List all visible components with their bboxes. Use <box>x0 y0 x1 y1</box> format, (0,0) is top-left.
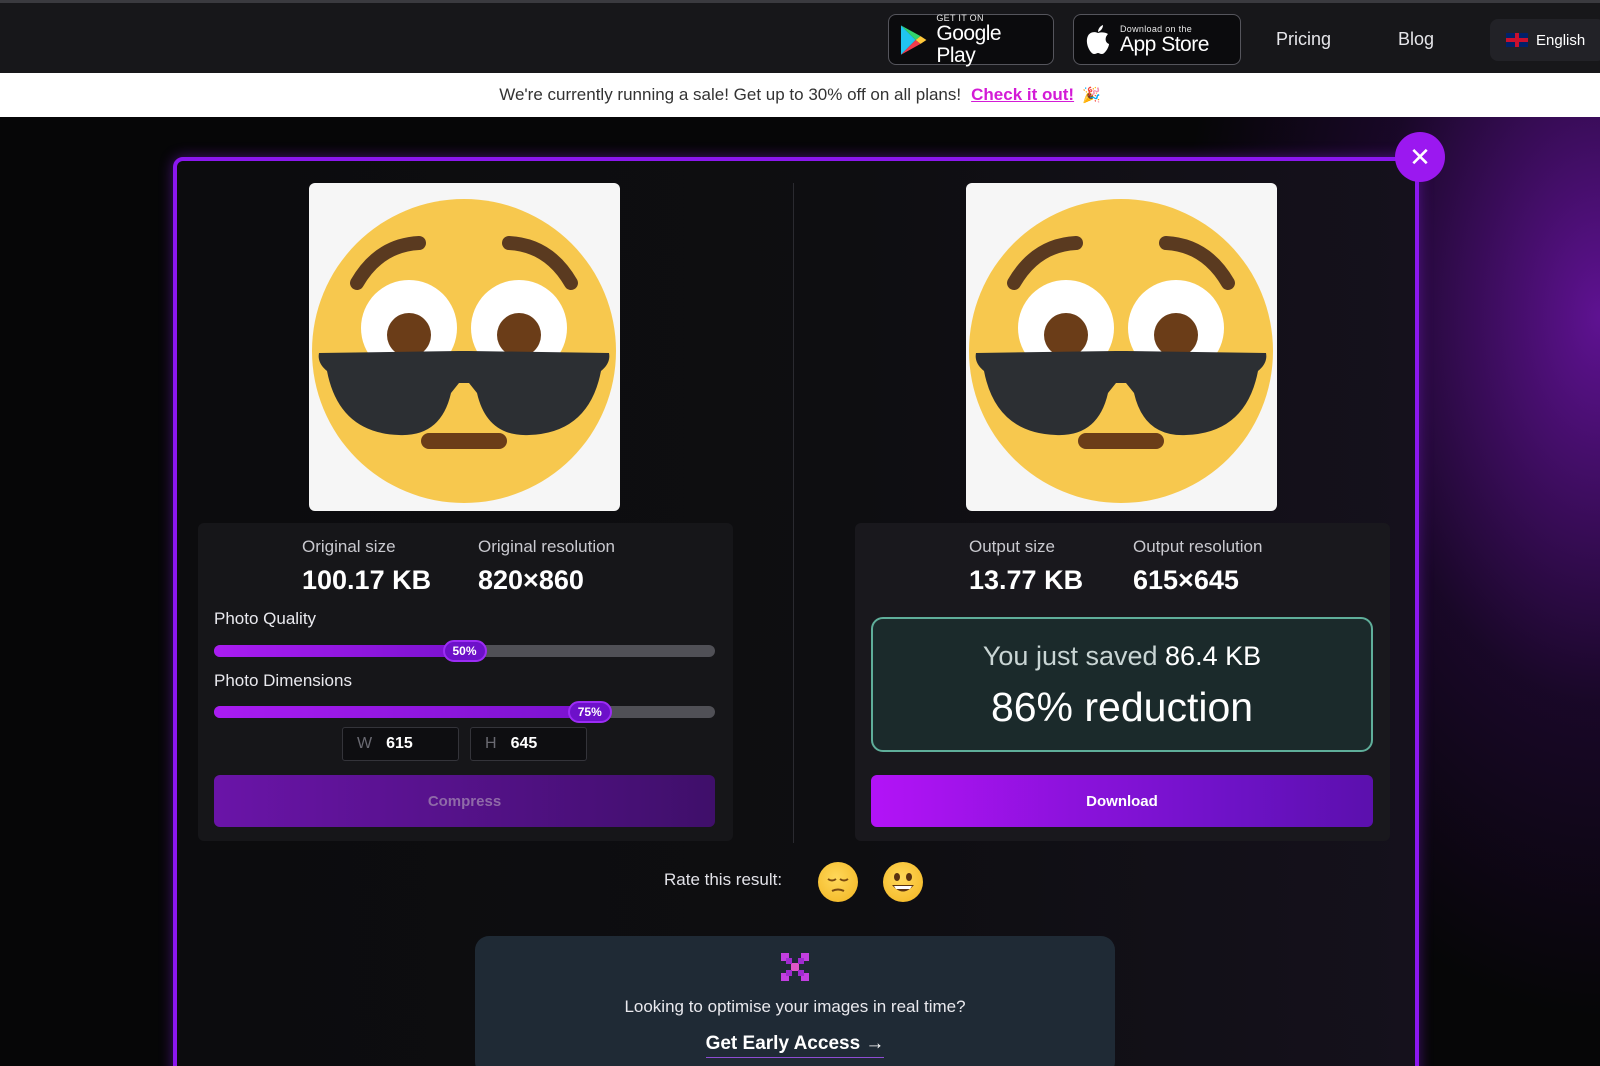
photo-quality-label: Photo Quality <box>214 609 317 628</box>
output-panel: Output size 13.77 KB Output resolution 6… <box>855 523 1390 841</box>
party-popper-icon: 🎉 <box>1082 87 1101 104</box>
sunglasses-emoji-image <box>312 199 616 503</box>
language-selector[interactable]: English <box>1490 19 1600 61</box>
compress-button[interactable]: Compress <box>214 775 715 827</box>
early-access-card: Looking to optimise your images in real … <box>475 936 1115 1066</box>
nav-pricing-link[interactable]: Pricing <box>1276 29 1331 50</box>
google-play-small-text: GET IT ON <box>936 12 984 23</box>
download-button[interactable]: Download <box>871 775 1373 827</box>
pensive-face-icon[interactable] <box>818 862 858 902</box>
close-button[interactable]: ✕ <box>1395 132 1445 182</box>
output-resolution-value: 615×645 <box>1133 565 1239 595</box>
saved-prefix: You just saved <box>982 641 1158 671</box>
original-panel: Original size 100.17 KB Original resolut… <box>198 523 733 841</box>
sunglasses-emoji-image <box>969 199 1273 503</box>
output-resolution-stat: Output resolution 615×645 <box>1133 537 1262 596</box>
width-input[interactable]: W 615 <box>342 727 459 761</box>
output-size-value: 13.77 KB <box>969 565 1084 595</box>
photo-dimensions-label: Photo Dimensions <box>214 671 352 690</box>
grinning-face-icon[interactable] <box>883 862 923 902</box>
photo-dimensions-fill <box>214 706 590 718</box>
app-store-button[interactable]: Download on the App Store <box>1073 14 1241 65</box>
photo-quality-fill <box>214 645 465 657</box>
width-value: 615 <box>386 735 413 752</box>
height-prefix: H <box>485 735 497 752</box>
photo-quality-thumb[interactable]: 50% <box>442 640 487 662</box>
grinning-face-drawing <box>892 873 914 892</box>
photo-quality-slider[interactable]: 50% <box>214 640 715 662</box>
sale-banner: We're currently running a sale! Get up t… <box>0 73 1600 117</box>
uk-flag-icon <box>1506 33 1528 47</box>
top-nav: GET IT ON Google Play Download on the Ap… <box>0 0 1600 73</box>
savings-summary: You just saved 86.4 KB 86% reduction <box>871 617 1373 752</box>
reduction-text: 86% reduction <box>990 684 1254 730</box>
sale-banner-link[interactable]: Check it out! <box>971 85 1074 105</box>
output-image-preview <box>966 183 1277 511</box>
original-resolution-stat: Original resolution 820×860 <box>478 537 615 596</box>
saved-line: You just saved 86.4 KB <box>873 641 1371 672</box>
language-label: English <box>1536 31 1586 49</box>
google-play-big-text: Google Play <box>936 21 1002 67</box>
height-value: 645 <box>510 735 538 752</box>
original-size-stat: Original size 100.17 KB <box>302 537 431 596</box>
early-access-question: Looking to optimise your images in real … <box>624 997 966 1016</box>
width-prefix: W <box>357 735 373 752</box>
sale-banner-text: We're currently running a sale! Get up t… <box>499 85 962 104</box>
brand-logo-icon <box>781 953 809 981</box>
rate-label: Rate this result: <box>664 870 783 889</box>
saved-amount: 86.4 KB <box>1165 641 1262 671</box>
app-store-small-text: Download on the <box>1120 23 1193 34</box>
column-divider <box>793 183 794 843</box>
app-store-big-text: App Store <box>1120 32 1209 56</box>
photo-dimensions-thumb[interactable]: 75% <box>567 701 612 723</box>
original-size-label: Original size <box>302 537 396 556</box>
output-resolution-label: Output resolution <box>1133 537 1263 556</box>
original-size-value: 100.17 KB <box>302 565 432 595</box>
output-size-label: Output size <box>969 537 1055 556</box>
original-resolution-label: Original resolution <box>478 537 616 556</box>
close-icon: ✕ <box>1409 141 1431 172</box>
output-size-stat: Output size 13.77 KB <box>969 537 1083 596</box>
pensive-face-drawing <box>827 878 849 892</box>
original-image-preview <box>309 183 620 511</box>
google-play-button[interactable]: GET IT ON Google Play <box>888 12 1054 67</box>
get-early-access-link[interactable]: Get Early Access → <box>705 1033 885 1058</box>
photo-dimensions-slider[interactable]: 75% <box>214 701 715 723</box>
original-resolution-value: 820×860 <box>478 565 584 595</box>
height-input[interactable]: H 645 <box>470 727 587 761</box>
nav-blog-link[interactable]: Blog <box>1398 29 1434 50</box>
google-play-icon <box>900 24 927 55</box>
apple-icon <box>1086 24 1109 54</box>
